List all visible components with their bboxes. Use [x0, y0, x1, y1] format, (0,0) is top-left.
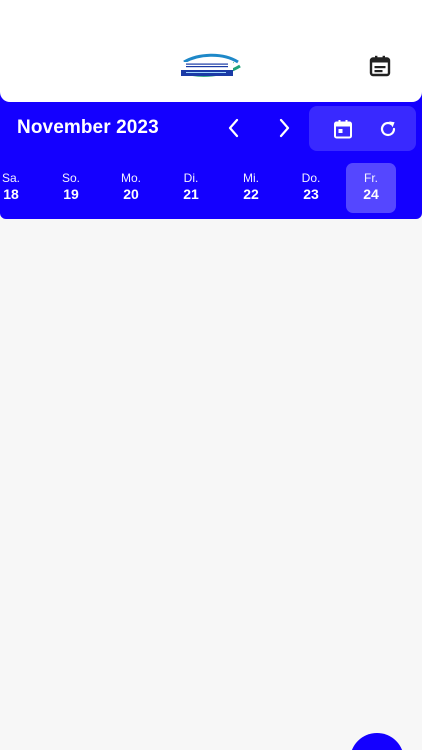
refresh-icon	[380, 121, 396, 137]
chevron-right-icon	[279, 118, 290, 138]
day-name: Di.	[183, 171, 199, 185]
day-item[interactable]: Sa. 18	[0, 163, 36, 213]
app-header	[0, 0, 422, 102]
day-item-selected[interactable]: Fr. 24	[346, 163, 396, 213]
next-week-button[interactable]	[268, 112, 300, 144]
day-name: Mo.	[120, 171, 141, 185]
day-number: 19	[63, 186, 79, 202]
day-name: Mi.	[243, 171, 259, 185]
day-number: 22	[243, 186, 259, 202]
month-title: November 2023	[17, 117, 159, 138]
refresh-button[interactable]	[373, 114, 403, 144]
day-number: 18	[3, 186, 19, 202]
day-item[interactable]: Mi. 22	[226, 163, 276, 213]
day-item[interactable]: Mo. 20	[106, 163, 156, 213]
day-name: Fr.	[364, 171, 378, 185]
chevron-left-icon	[228, 118, 239, 138]
calendar-bar: November 2023 Sa. 18 So. 19 Mo. 20 Di. 2…	[0, 90, 422, 219]
day-name: So.	[61, 171, 80, 185]
day-name: Sa.	[1, 171, 20, 185]
calendar-list-button[interactable]	[364, 50, 396, 82]
day-number: 20	[123, 186, 139, 202]
day-number: 24	[363, 186, 379, 202]
osteland-logo	[181, 53, 241, 77]
add-appointment-button[interactable]	[350, 733, 404, 750]
day-item[interactable]: Do. 23	[286, 163, 336, 213]
week-days-strip: Sa. 18 So. 19 Mo. 20 Di. 21 Mi. 22 Do. 2…	[0, 163, 422, 213]
calendar-actions	[309, 106, 416, 151]
day-item[interactable]: Di. 21	[166, 163, 216, 213]
calendar-icon	[334, 120, 352, 139]
calendar-list-icon	[369, 55, 391, 77]
previous-week-button[interactable]	[218, 112, 250, 144]
jump-to-date-button[interactable]	[328, 114, 358, 144]
day-item[interactable]: So. 19	[46, 163, 96, 213]
day-number: 23	[303, 186, 319, 202]
day-number: 21	[183, 186, 199, 202]
day-name: Do.	[301, 171, 321, 185]
